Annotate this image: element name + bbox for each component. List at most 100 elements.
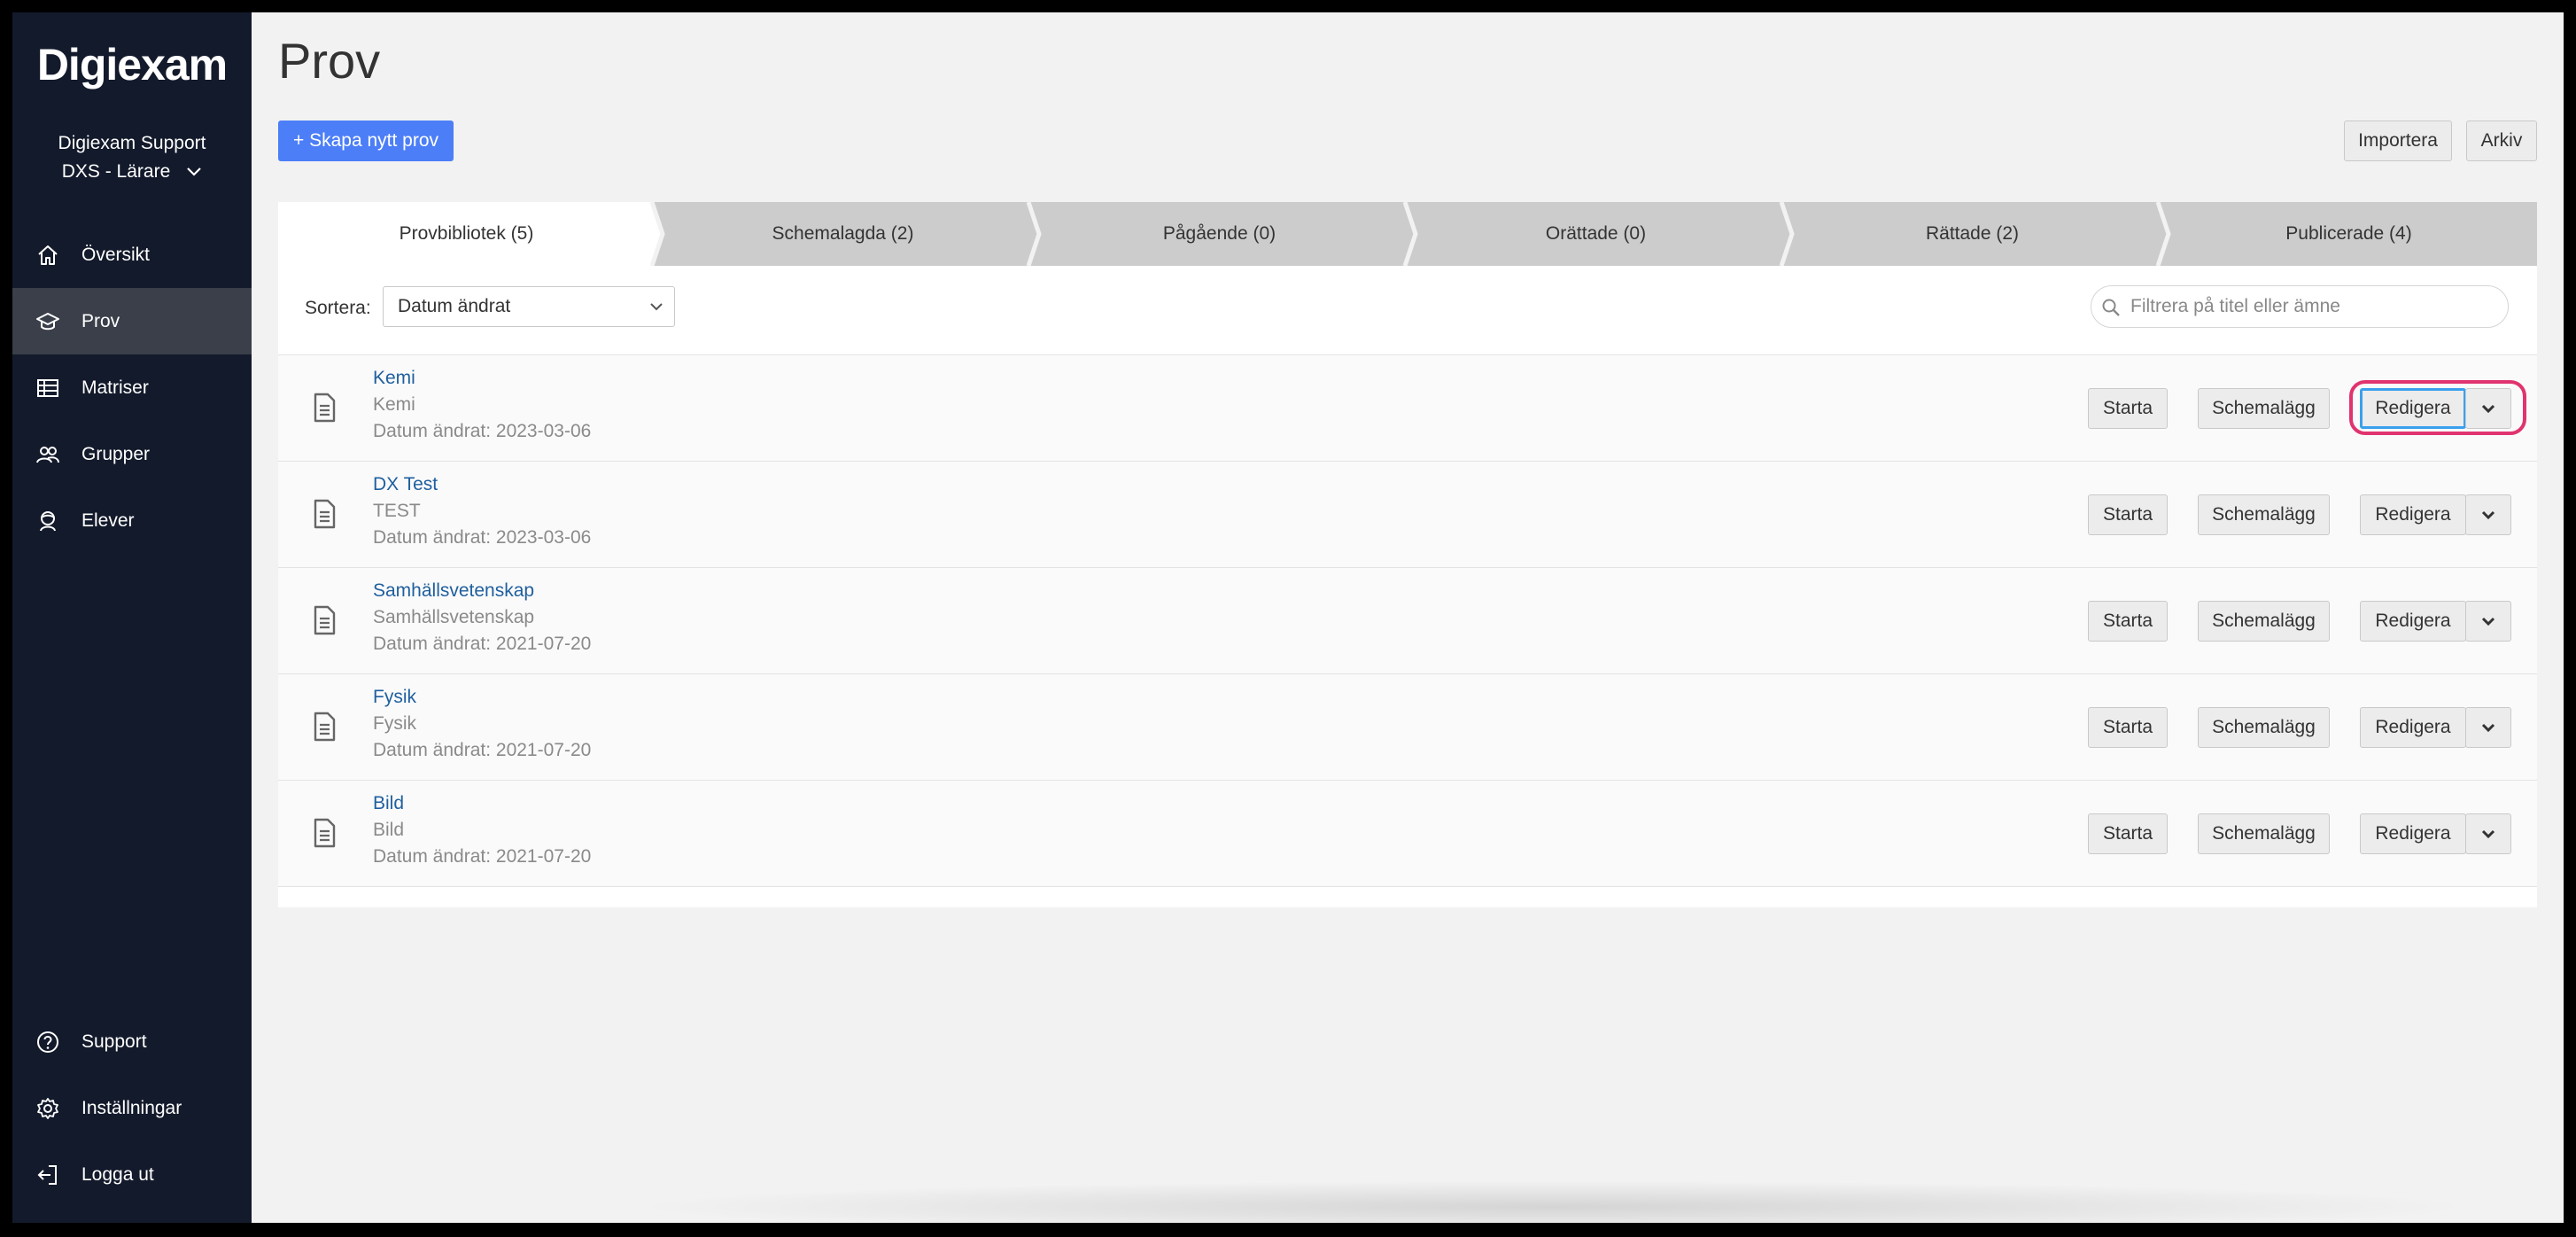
test-date: Datum ändrat: 2023-03-06 bbox=[373, 527, 592, 548]
sidebar-item-label: Elever bbox=[81, 510, 135, 531]
tab-rattade[interactable]: Rättade (2) bbox=[1784, 202, 2161, 266]
sidebar-item-label: Översikt bbox=[81, 244, 151, 265]
sidebar-item-prov[interactable]: Prov bbox=[12, 288, 252, 354]
schedule-button[interactable]: Schemalägg bbox=[2198, 813, 2330, 854]
sort-value: Datum ändrat bbox=[398, 296, 511, 316]
schedule-button[interactable]: Schemalägg bbox=[2198, 494, 2330, 535]
sidebar-item-matriser[interactable]: Matriser bbox=[12, 354, 252, 421]
graduation-cap-icon bbox=[35, 309, 60, 334]
sidebar-item-label: Logga ut bbox=[81, 1163, 154, 1185]
home-icon bbox=[35, 243, 60, 268]
chevron-down-icon bbox=[2481, 723, 2495, 733]
test-list-panel: Sortera: Datum ändrat Kemi Kemi Datum än… bbox=[278, 266, 2537, 907]
sidebar-item-label: Matriser bbox=[81, 377, 149, 398]
test-subject: Fysik bbox=[373, 713, 416, 734]
sidebar-item-logga-ut[interactable]: Logga ut bbox=[12, 1141, 252, 1208]
edit-button[interactable]: Redigera bbox=[2360, 494, 2466, 535]
create-test-button[interactable]: + Skapa nytt prov bbox=[278, 121, 454, 161]
document-icon bbox=[314, 818, 336, 848]
schedule-button[interactable]: Schemalägg bbox=[2198, 601, 2330, 642]
test-subject: Kemi bbox=[373, 394, 415, 415]
start-button[interactable]: Starta bbox=[2088, 388, 2168, 429]
edit-button[interactable]: Redigera bbox=[2360, 388, 2466, 429]
more-options-button[interactable] bbox=[2465, 707, 2511, 748]
schedule-button[interactable]: Schemalägg bbox=[2198, 707, 2330, 748]
document-icon bbox=[314, 605, 336, 635]
test-title-link[interactable]: Fysik bbox=[373, 687, 416, 708]
archive-button[interactable]: Arkiv bbox=[2466, 121, 2537, 161]
more-options-button[interactable] bbox=[2465, 813, 2511, 854]
tab-pagaende[interactable]: Pågående (0) bbox=[1031, 202, 1408, 266]
chevron-down-icon bbox=[2481, 617, 2495, 626]
sidebar: Digiexam Digiexam Support DXS - Lärare Ö… bbox=[12, 12, 252, 1223]
search-icon bbox=[2102, 299, 2120, 316]
sidebar-item-label: Support bbox=[81, 1031, 147, 1052]
table-row: Kemi Kemi Datum ändrat: 2023-03-06 Start… bbox=[278, 355, 2537, 462]
test-title-link[interactable]: Bild bbox=[373, 793, 404, 814]
test-date: Datum ändrat: 2021-07-20 bbox=[373, 634, 592, 654]
sidebar-item-support[interactable]: Support bbox=[12, 1008, 252, 1075]
student-icon bbox=[35, 509, 60, 533]
test-date: Datum ändrat: 2021-07-20 bbox=[373, 740, 592, 760]
start-button[interactable]: Starta bbox=[2088, 601, 2168, 642]
user-role: DXS - Lärare bbox=[61, 161, 171, 182]
sidebar-item-label: Prov bbox=[81, 310, 120, 331]
sidebar-item-label: Grupper bbox=[81, 443, 151, 464]
more-options-button[interactable] bbox=[2465, 601, 2511, 642]
logout-icon bbox=[35, 1163, 60, 1187]
sidebar-bottom-nav: Support Inställningar Logga ut bbox=[12, 1008, 252, 1208]
document-icon bbox=[314, 393, 336, 423]
start-button[interactable]: Starta bbox=[2088, 813, 2168, 854]
test-date: Datum ändrat: 2021-07-20 bbox=[373, 846, 592, 867]
tab-publicerade[interactable]: Publicerade (4) bbox=[2161, 202, 2537, 266]
test-title-link[interactable]: DX Test bbox=[373, 474, 438, 495]
page-title: Prov bbox=[278, 33, 381, 89]
sidebar-item-installningar[interactable]: Inställningar bbox=[12, 1075, 252, 1141]
import-button[interactable]: Importera bbox=[2344, 121, 2452, 161]
table-row: Bild Bild Datum ändrat: 2021-07-20 Start… bbox=[278, 781, 2537, 887]
more-options-button[interactable] bbox=[2465, 494, 2511, 535]
more-options-button[interactable] bbox=[2465, 388, 2511, 429]
table-row: Samhällsvetenskap Samhällsvetenskap Datu… bbox=[278, 568, 2537, 674]
document-icon bbox=[314, 499, 336, 529]
table-row: DX Test TEST Datum ändrat: 2023-03-06 St… bbox=[278, 462, 2537, 568]
user-name: Digiexam Support bbox=[58, 133, 206, 153]
users-icon bbox=[35, 442, 60, 467]
chevron-down-icon bbox=[650, 303, 663, 311]
help-circle-icon bbox=[35, 1030, 60, 1054]
chevron-down-icon bbox=[187, 167, 202, 176]
start-button[interactable]: Starta bbox=[2088, 707, 2168, 748]
bottom-shadow bbox=[624, 1180, 2484, 1223]
sidebar-item-elever[interactable]: Elever bbox=[12, 487, 252, 554]
chevron-down-icon bbox=[2481, 510, 2495, 520]
tab-provbibliotek[interactable]: Provbibliotek (5) bbox=[278, 202, 655, 266]
status-tabs: Provbibliotek (5) Schemalagda (2) Pågåen… bbox=[278, 202, 2537, 266]
grid-icon bbox=[35, 376, 60, 401]
edit-button[interactable]: Redigera bbox=[2360, 813, 2466, 854]
chevron-down-icon bbox=[2481, 404, 2495, 414]
test-date: Datum ändrat: 2023-03-06 bbox=[373, 421, 592, 441]
test-title-link[interactable]: Samhällsvetenskap bbox=[373, 580, 534, 602]
test-subject: TEST bbox=[373, 501, 421, 521]
toolbar: Sortera: Datum ändrat bbox=[278, 266, 2537, 355]
sidebar-item-grupper[interactable]: Grupper bbox=[12, 421, 252, 487]
sort-label: Sortera: bbox=[305, 298, 371, 318]
tab-schemalagda[interactable]: Schemalagda (2) bbox=[655, 202, 1031, 266]
edit-button[interactable]: Redigera bbox=[2360, 601, 2466, 642]
chevron-down-icon bbox=[2481, 829, 2495, 839]
sidebar-item-oversikt[interactable]: Översikt bbox=[12, 222, 252, 288]
sidebar-item-label: Inställningar bbox=[81, 1097, 182, 1118]
schedule-button[interactable]: Schemalägg bbox=[2198, 388, 2330, 429]
main-content: Prov + Skapa nytt prov Importera Arkiv P… bbox=[252, 12, 2564, 1223]
tab-orattade[interactable]: Orättade (0) bbox=[1408, 202, 1784, 266]
test-subject: Samhällsvetenskap bbox=[373, 607, 535, 627]
document-icon bbox=[314, 712, 336, 742]
sort-select[interactable]: Datum ändrat bbox=[383, 286, 675, 327]
start-button[interactable]: Starta bbox=[2088, 494, 2168, 535]
edit-button[interactable]: Redigera bbox=[2360, 707, 2466, 748]
user-menu[interactable]: Digiexam Support DXS - Lärare bbox=[12, 129, 252, 186]
logo: Digiexam bbox=[36, 40, 228, 89]
filter-input[interactable] bbox=[2091, 285, 2509, 328]
test-title-link[interactable]: Kemi bbox=[373, 368, 415, 389]
table-row: Fysik Fysik Datum ändrat: 2021-07-20 Sta… bbox=[278, 674, 2537, 781]
